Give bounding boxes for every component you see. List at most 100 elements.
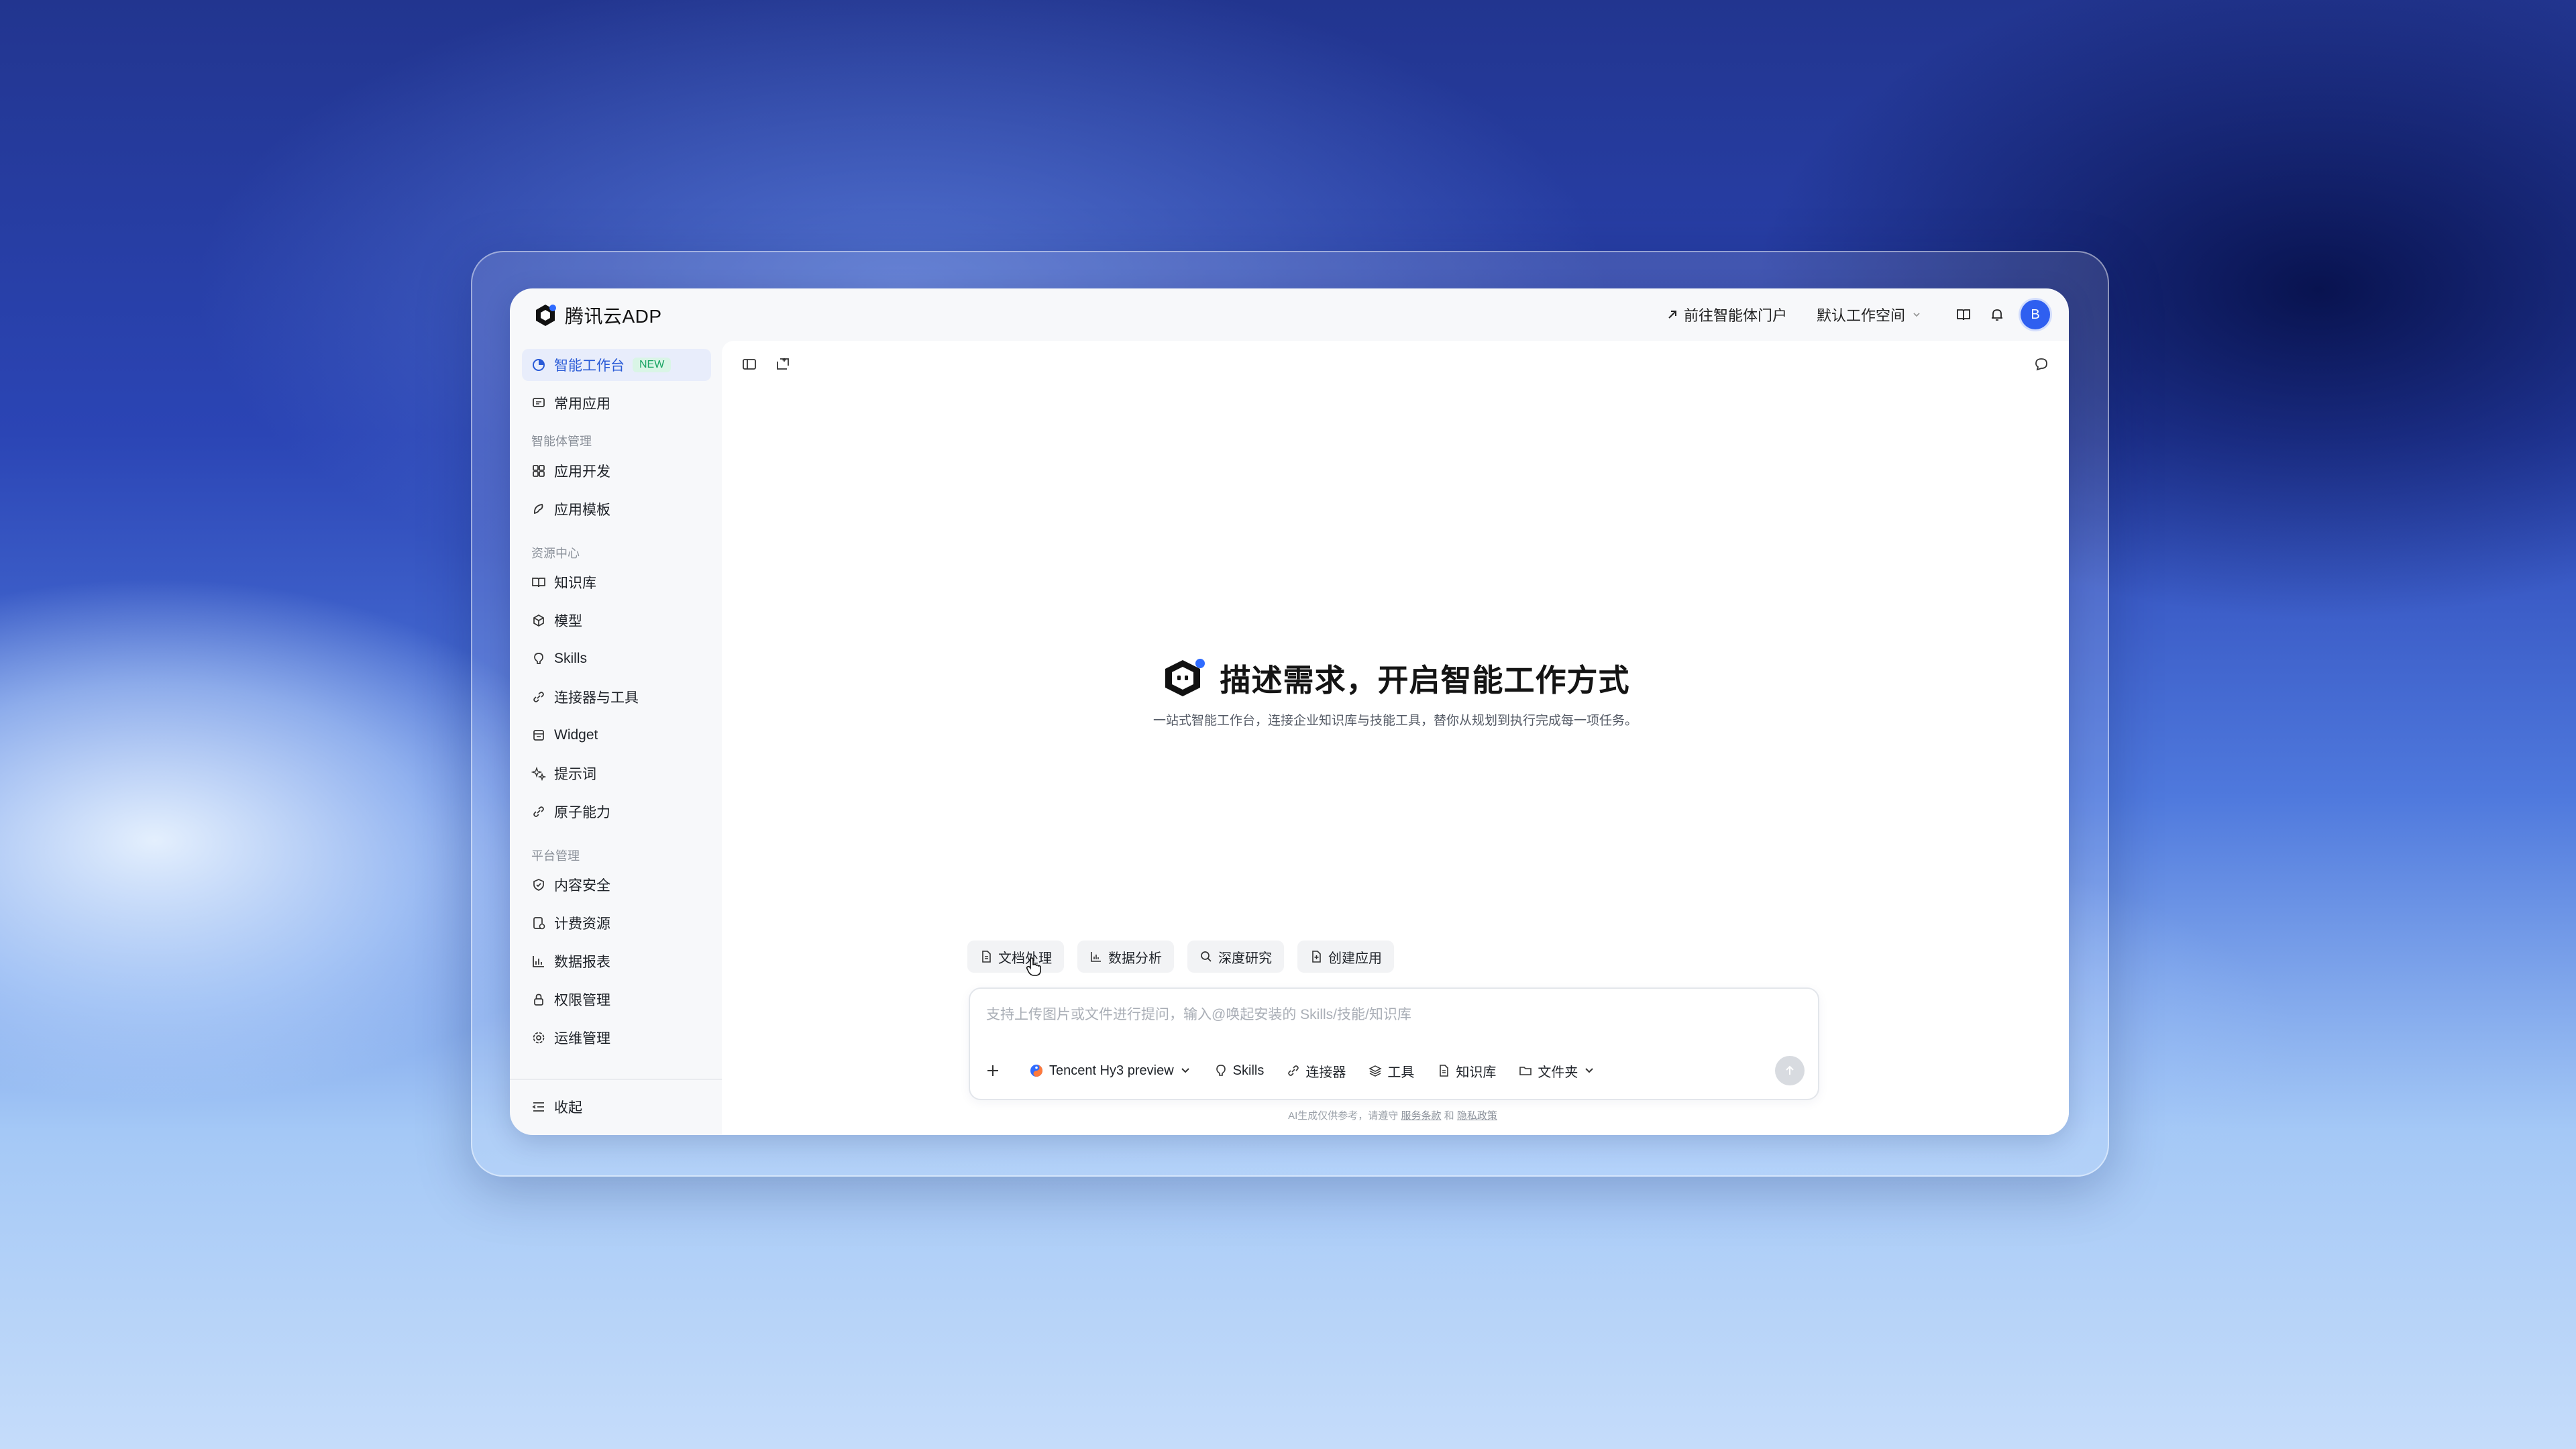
sidebar-item-knowledge-base[interactable]: 知识库: [522, 566, 711, 598]
chat-history-icon[interactable]: [2030, 353, 2053, 376]
sidebar-item-label: 提示词: [554, 767, 596, 782]
book-icon: [530, 574, 547, 591]
sidebar-item-label: 模型: [554, 614, 582, 629]
sidebar-item-label: 应用模板: [554, 502, 610, 518]
lightbulb-icon: [530, 650, 547, 667]
sidebar-item-prompts[interactable]: 提示词: [522, 757, 711, 790]
document-icon: [1440, 1065, 1449, 1077]
sidebar-item-common-apps[interactable]: 常用应用: [522, 387, 711, 419]
chevron-down-icon: [1181, 1068, 1189, 1073]
brand-logo[interactable]: 腾讯云ADP: [533, 302, 662, 329]
collapse-icon: [530, 1098, 547, 1116]
notification-bell-icon[interactable]: [1987, 305, 2007, 325]
sidebar-item-data-reports[interactable]: 数据报表: [522, 945, 711, 977]
knowledge-label: 知识库: [1456, 1065, 1497, 1080]
gear-icon: [530, 1029, 547, 1046]
sidebar-item-label: 智能工作台: [554, 358, 625, 374]
ai-disclaimer: AI生成仅供参考，请遵守 服务条款 和 隐私政策: [969, 1108, 1817, 1122]
sidebar-item-app-dev[interactable]: 应用开发: [522, 455, 711, 487]
chip-label: 创建应用: [1328, 951, 1382, 966]
send-button[interactable]: [1775, 1056, 1805, 1085]
sidebar-toggle-icon[interactable]: [738, 353, 761, 376]
sidebar-item-skills[interactable]: Skills: [522, 643, 711, 675]
chat-square-icon: [530, 394, 547, 412]
tools-button[interactable]: 工具: [1368, 1061, 1414, 1081]
search-icon: [1201, 951, 1212, 962]
chip-deep-research[interactable]: 深度研究: [1187, 941, 1284, 973]
sidebar-item-label: 应用开发: [554, 464, 610, 480]
layers-icon: [1368, 1065, 1383, 1077]
sidebar-item-label: 权限管理: [554, 993, 610, 1008]
chevron-down-icon: [1913, 313, 1920, 317]
docs-book-icon[interactable]: [1953, 305, 1974, 325]
knowledge-button[interactable]: 知识库: [1437, 1061, 1496, 1081]
sparkle-icon: [530, 765, 547, 782]
document-icon: [982, 951, 991, 963]
top-bar: 腾讯云ADP 前往智能体门户 默认工作空间 B: [510, 288, 2069, 341]
connector-label: 连接器: [1305, 1065, 1346, 1080]
workbench-icon: [530, 356, 547, 374]
plus-icon: [987, 1065, 998, 1076]
model-selector[interactable]: Tencent Hy3 preview: [1029, 1063, 1191, 1079]
widget-icon: [530, 727, 547, 744]
new-file-icon: [1312, 951, 1321, 963]
sidebar-item-permissions[interactable]: 权限管理: [522, 983, 711, 1016]
sidebar-item-widget[interactable]: Widget: [522, 719, 711, 751]
sidebar-item-label: 知识库: [554, 576, 596, 591]
sidebar-item-content-security[interactable]: 内容安全: [522, 869, 711, 901]
terms-link[interactable]: 服务条款: [1401, 1110, 1441, 1122]
sidebar-item-label: 连接器与工具: [554, 690, 639, 706]
sidebar-item-connectors-tools[interactable]: 连接器与工具: [522, 681, 711, 713]
user-avatar[interactable]: B: [2021, 300, 2050, 329]
sidebar: 智能工作台 NEW 常用应用 智能体管理 应用开发 应用模板 资源中心 知识库 …: [510, 341, 722, 1135]
shield-icon: [530, 876, 547, 894]
hero: 描述需求，开启智能工作方式 一站式智能工作台，连接企业知识库与技能工具，替你从规…: [722, 656, 2069, 729]
privacy-link[interactable]: 隐私政策: [1457, 1110, 1497, 1122]
sidebar-item-operations[interactable]: 运维管理: [522, 1022, 711, 1054]
folder-selector[interactable]: 文件夹: [1519, 1061, 1595, 1081]
chip-label: 数据分析: [1108, 951, 1162, 966]
sidebar-item-atomic-capabilities[interactable]: 原子能力: [522, 796, 711, 828]
sidebar-item-app-templates[interactable]: 应用模板: [522, 493, 711, 525]
prompt-input[interactable]: [985, 1001, 1766, 1029]
sidebar-item-label: 原子能力: [554, 805, 610, 820]
agent-portal-link[interactable]: 前往智能体门户: [1666, 304, 1787, 325]
section-platform-management: 平台管理: [531, 849, 580, 863]
lightbulb-icon: [1216, 1065, 1226, 1076]
folder-icon: [1519, 1067, 1532, 1075]
sidebar-item-label: 计费资源: [554, 916, 610, 932]
chip-create-app[interactable]: 创建应用: [1297, 941, 1394, 973]
connector-button[interactable]: 连接器: [1287, 1061, 1346, 1081]
bar-chart-icon: [530, 953, 547, 970]
agent-portal-label: 前往智能体门户: [1683, 307, 1787, 324]
hero-title: 描述需求，开启智能工作方式: [1220, 663, 1630, 698]
chip-document-processing[interactable]: 文档处理: [967, 941, 1064, 973]
sidebar-item-model[interactable]: 模型: [522, 604, 711, 637]
bar-chart-icon: [1091, 952, 1101, 962]
workspace-label: 默认工作空间: [1816, 307, 1905, 324]
skills-button[interactable]: Skills: [1214, 1063, 1264, 1079]
chat-composer: Tencent Hy3 preview Skills 连接器 工具 知识库: [969, 987, 1819, 1100]
sidebar-collapse-button[interactable]: 收起: [522, 1091, 711, 1123]
adp-logo-icon: [536, 305, 556, 326]
chip-data-analysis[interactable]: 数据分析: [1077, 941, 1174, 973]
sidebar-item-billing[interactable]: 计费资源: [522, 907, 711, 939]
link-icon: [530, 688, 547, 706]
sidebar-item-label: 数据报表: [554, 955, 610, 970]
sidebar-item-smart-workbench[interactable]: 智能工作台 NEW: [522, 349, 711, 381]
folder-label: 文件夹: [1538, 1065, 1578, 1080]
new-chat-icon[interactable]: [771, 353, 794, 376]
sidebar-item-label: 常用应用: [554, 396, 610, 412]
disclaimer-text: AI生成仅供参考，请遵守: [1288, 1110, 1399, 1122]
sidebar-item-label: 运维管理: [554, 1031, 610, 1046]
template-icon: [530, 500, 547, 518]
workspace-selector[interactable]: 默认工作空间: [1817, 304, 1921, 325]
sidebar-item-label: Widget: [554, 727, 598, 743]
add-attachment-button[interactable]: [985, 1063, 1006, 1079]
atom-link-icon: [530, 803, 547, 820]
brand-name: 腾讯云ADP: [565, 306, 662, 327]
sidebar-divider: [510, 1079, 722, 1080]
hunyuan-model-icon: [1030, 1065, 1042, 1077]
hero-subtitle: 一站式智能工作台，连接企业知识库与技能工具，替你从规划到执行完成每一项任务。: [1152, 714, 1638, 728]
model-label: Tencent Hy3 preview: [1049, 1063, 1174, 1078]
